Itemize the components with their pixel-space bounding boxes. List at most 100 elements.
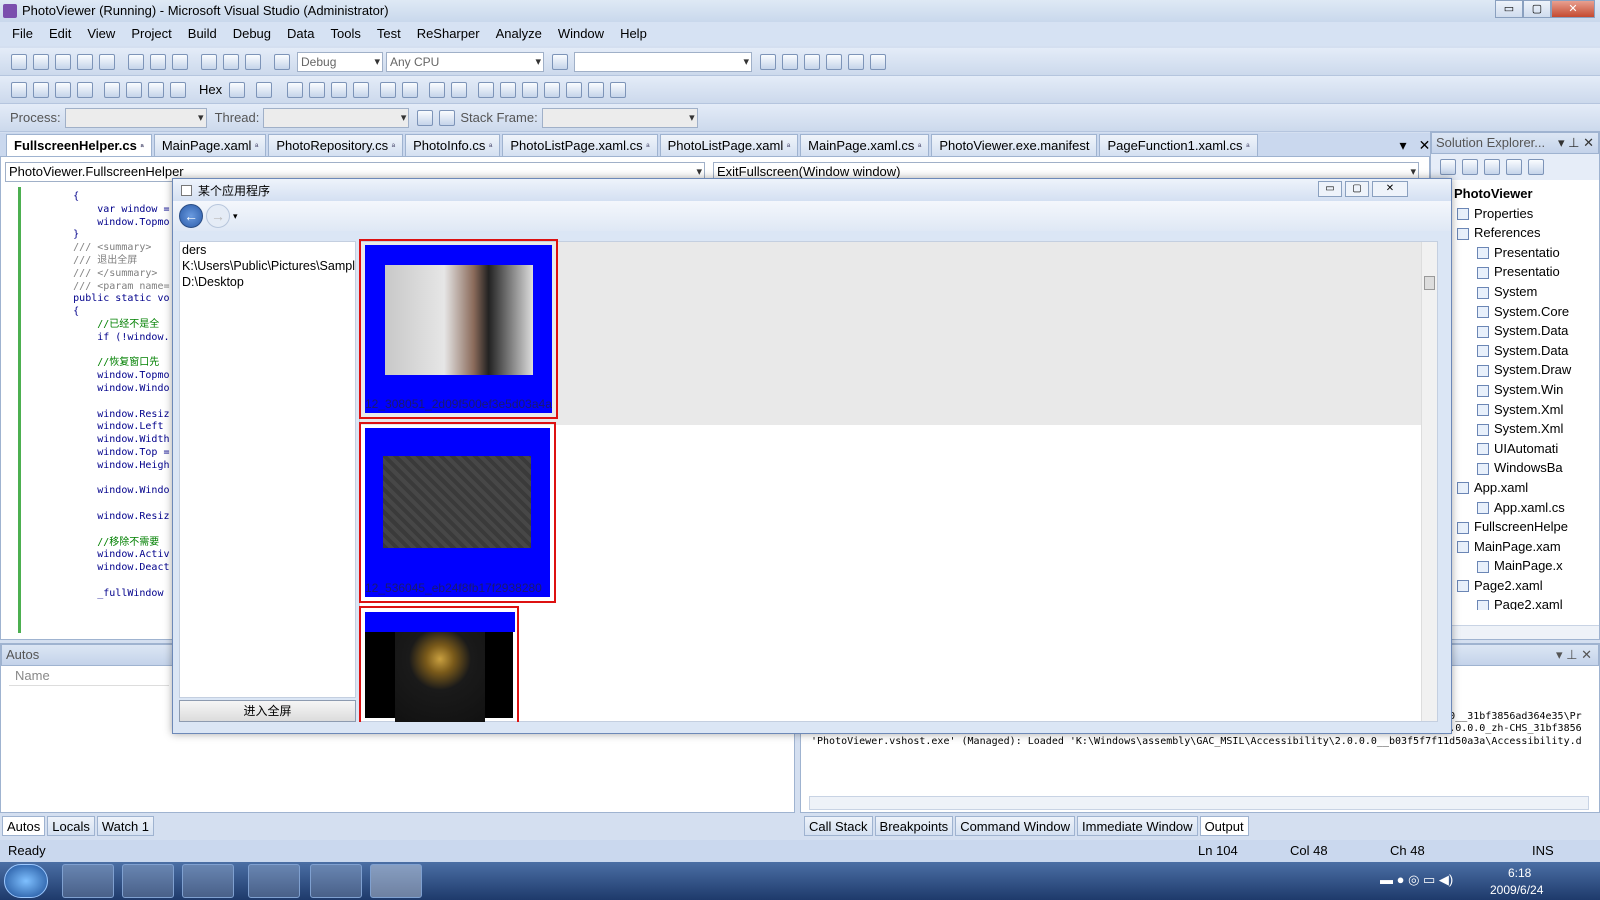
- undo-icon[interactable]: [201, 53, 217, 70]
- next-bookmark-folder-icon[interactable]: [566, 81, 583, 98]
- tab-breakpoints[interactable]: Breakpoints: [874, 816, 954, 836]
- solution-tree-item[interactable]: MainPage.xam: [1437, 537, 1599, 557]
- solution-tree-item[interactable]: System.Core: [1437, 302, 1599, 322]
- minimize-button[interactable]: ▭: [1495, 0, 1523, 18]
- filter-icon[interactable]: [417, 109, 434, 126]
- toolbox-icon[interactable]: [826, 53, 842, 70]
- menu-build[interactable]: Build: [180, 22, 225, 46]
- object-browser-icon[interactable]: [804, 53, 820, 70]
- tab-immediate-window[interactable]: Immediate Window: [1077, 816, 1198, 836]
- new-project-icon[interactable]: [11, 53, 27, 70]
- breakpoint-icon[interactable]: [229, 81, 246, 98]
- tab-photolistpage-xaml-cs[interactable]: PhotoListPage.xaml.cs ª: [502, 134, 658, 156]
- code-line[interactable]: window.Windo: [25, 383, 175, 396]
- navigate-back-icon[interactable]: [610, 81, 627, 98]
- folder-item[interactable]: K:\Users\Public\Pictures\Sampl: [182, 258, 355, 274]
- code-line[interactable]: public static vo: [25, 293, 175, 306]
- next-bookmark-icon[interactable]: [522, 81, 539, 98]
- code-line[interactable]: [25, 473, 175, 486]
- solution-tree-item[interactable]: Page2.xaml: [1437, 595, 1599, 610]
- forward-button-icon[interactable]: →: [206, 204, 230, 228]
- stop-debugging-icon[interactable]: [55, 81, 71, 98]
- view-code-icon[interactable]: [1506, 159, 1522, 175]
- step-over-icon[interactable]: [148, 81, 164, 98]
- tab-photorepository-cs[interactable]: PhotoRepository.cs ª: [268, 134, 404, 156]
- code-line[interactable]: window.Resiz: [25, 511, 175, 524]
- platform-select[interactable]: Any CPU: [386, 51, 544, 72]
- tab-locals[interactable]: Locals: [47, 816, 95, 836]
- clock-time[interactable]: 6:18: [1508, 866, 1531, 880]
- nav-history-dropdown-icon[interactable]: ▾: [233, 211, 238, 222]
- network-icon[interactable]: [248, 864, 300, 898]
- menu-file[interactable]: File: [4, 22, 41, 46]
- solution-explorer-icon[interactable]: [760, 53, 776, 70]
- flag-icon[interactable]: [439, 109, 456, 126]
- output-pin-icon[interactable]: ▾ ⊥ ✕: [1556, 645, 1592, 665]
- solution-tree[interactable]: PhotoViewer Properties References Presentat…: [1431, 180, 1599, 610]
- stack-frame-select[interactable]: [541, 107, 698, 128]
- solution-tree-item[interactable]: References: [1437, 223, 1599, 243]
- code-line[interactable]: //已经不是全: [25, 319, 175, 332]
- solution-tree-item[interactable]: App.xaml: [1437, 478, 1599, 498]
- photo-item[interactable]: 12_308051_2d09f500ef3e5d03a4a: [359, 239, 558, 419]
- refresh-icon[interactable]: [1484, 159, 1500, 175]
- media-player-icon[interactable]: [182, 864, 234, 898]
- code-line[interactable]: }: [25, 229, 175, 242]
- solution-tree-item[interactable]: App.xaml.cs: [1437, 498, 1599, 518]
- thread-select[interactable]: [263, 107, 410, 128]
- tab-photoviewer-manifest[interactable]: PhotoViewer.exe.manifest: [931, 134, 1098, 156]
- close-document-icon[interactable]: ✕: [1419, 134, 1431, 156]
- app-maximize-button[interactable]: ▢: [1345, 181, 1369, 197]
- code-line[interactable]: window.Resiz: [25, 409, 175, 422]
- tab-mainpage-xaml-cs[interactable]: MainPage.xaml.cs ª: [800, 134, 930, 156]
- menu-help[interactable]: Help: [612, 22, 655, 46]
- start-page-icon[interactable]: [848, 53, 864, 70]
- enter-fullscreen-button[interactable]: 进入全屏: [179, 700, 356, 722]
- solution-tree-item[interactable]: PhotoViewer: [1437, 184, 1599, 204]
- code-line[interactable]: window.Windo: [25, 485, 175, 498]
- document-taskbar-icon[interactable]: [370, 864, 422, 898]
- photo-item[interactable]: [359, 606, 519, 722]
- menu-edit[interactable]: Edit: [41, 22, 79, 46]
- maximize-button[interactable]: ▢: [1523, 0, 1551, 18]
- solution-tree-item[interactable]: Properties: [1437, 204, 1599, 224]
- solution-explorer-hscroll[interactable]: [1431, 625, 1599, 639]
- solution-tree-item[interactable]: System: [1437, 282, 1599, 302]
- code-line[interactable]: {: [25, 306, 175, 319]
- menu-resharper[interactable]: ReSharper: [409, 22, 488, 46]
- quick-info-icon[interactable]: [309, 81, 326, 98]
- menu-project[interactable]: Project: [123, 22, 179, 46]
- start-button[interactable]: [4, 864, 48, 898]
- solution-tree-item[interactable]: FullscreenHelpe: [1437, 517, 1599, 537]
- solution-tree-item[interactable]: Presentatio: [1437, 243, 1599, 263]
- step-out-icon[interactable]: [170, 81, 186, 98]
- code-line[interactable]: if (!window.: [25, 332, 175, 345]
- folder-list[interactable]: ders K:\Users\Public\Pictures\Sampl D:\D…: [179, 241, 356, 698]
- solution-tree-item[interactable]: Page2.xaml: [1437, 576, 1599, 596]
- code-line[interactable]: window.Topmo: [25, 217, 175, 230]
- find-combo[interactable]: [574, 51, 752, 72]
- menu-analyze[interactable]: Analyze: [488, 22, 550, 46]
- windows-menu-icon[interactable]: [256, 81, 273, 98]
- solution-config-select[interactable]: Debug: [297, 51, 383, 72]
- tab-watch-1[interactable]: Watch 1: [96, 816, 155, 836]
- copy-icon[interactable]: [150, 53, 166, 70]
- menu-debug[interactable]: Debug: [225, 22, 279, 46]
- close-button[interactable]: ✕: [1551, 0, 1595, 18]
- uncomment-icon[interactable]: [451, 81, 468, 98]
- properties-button-icon[interactable]: [1440, 159, 1456, 175]
- decrease-indent-icon[interactable]: [380, 81, 397, 98]
- code-line[interactable]: window.Top =: [25, 447, 175, 460]
- visual-studio-taskbar-icon[interactable]: [310, 864, 362, 898]
- menu-test[interactable]: Test: [369, 22, 409, 46]
- code-line[interactable]: window.Heigh: [25, 460, 175, 473]
- solution-tree-item[interactable]: UIAutomati: [1437, 439, 1599, 459]
- increase-indent-icon[interactable]: [402, 81, 419, 98]
- comment-icon[interactable]: [429, 81, 446, 98]
- save-icon[interactable]: [77, 53, 93, 70]
- add-item-icon[interactable]: [33, 53, 49, 70]
- prev-bookmark-folder-icon[interactable]: [544, 81, 561, 98]
- show-next-statement-icon[interactable]: [104, 81, 120, 98]
- scroll-thumb[interactable]: [1424, 276, 1435, 290]
- tab-dropdown-icon[interactable]: ▾: [1400, 134, 1407, 156]
